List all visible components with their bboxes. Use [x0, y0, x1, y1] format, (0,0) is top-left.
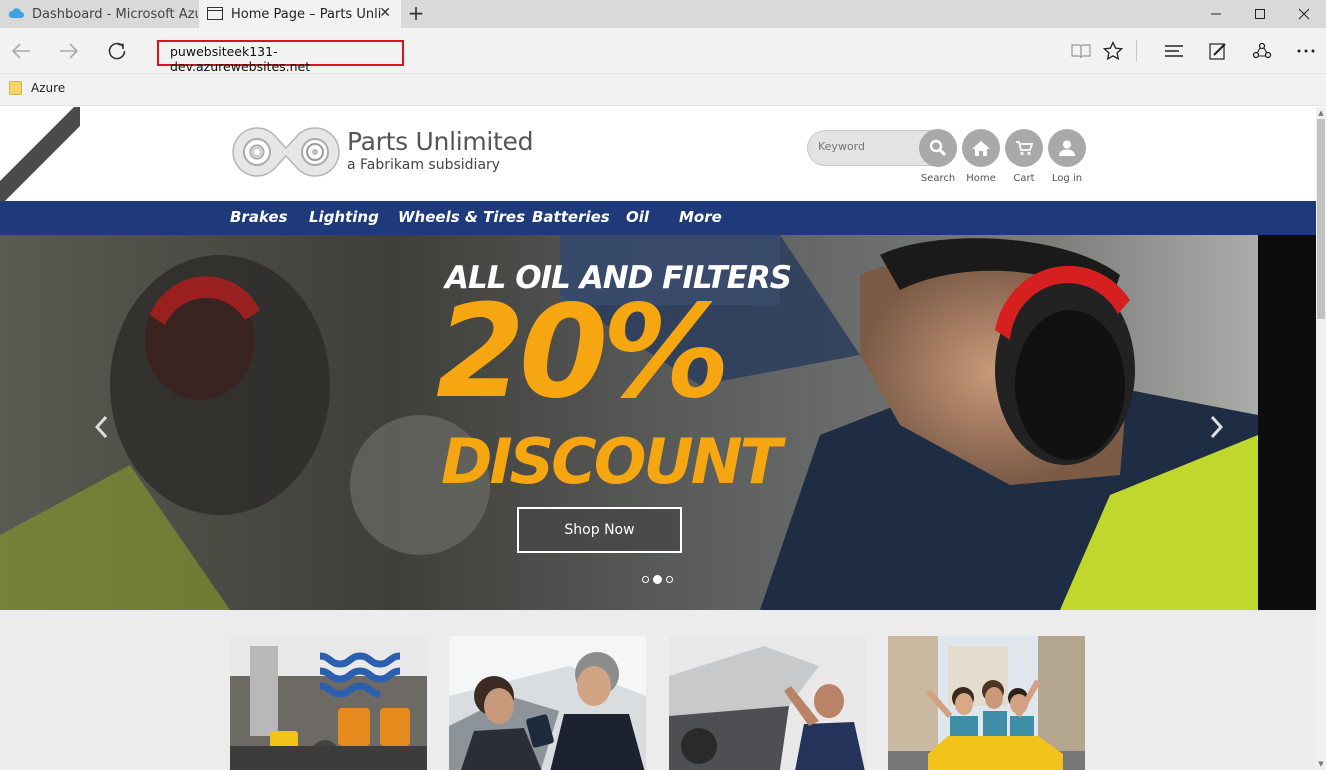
- chevron-left-icon: [94, 415, 108, 439]
- home-icon: [972, 141, 990, 156]
- user-icon: [1059, 140, 1075, 156]
- back-button[interactable]: [6, 36, 36, 66]
- cart-icon: [1016, 141, 1033, 156]
- nav-oil[interactable]: Oil: [626, 208, 649, 226]
- favorite-label: Azure: [31, 81, 66, 95]
- carousel-indicators: [642, 575, 673, 584]
- nav-batteries[interactable]: Batteries: [532, 208, 610, 226]
- new-tab-button[interactable]: +: [404, 2, 428, 26]
- carousel-dot-active[interactable]: [653, 575, 662, 584]
- search-input[interactable]: [818, 140, 918, 153]
- maximize-button[interactable]: [1238, 0, 1282, 28]
- tab-title: Home Page – Parts Unli: [231, 6, 382, 22]
- nav-brakes[interactable]: Brakes: [230, 208, 288, 226]
- carousel-dot[interactable]: [666, 576, 673, 583]
- page-viewport: Fork me on GitHub Parts Unlimited a Fabr…: [0, 107, 1316, 770]
- forward-button[interactable]: [54, 36, 84, 66]
- tab-dashboard[interactable]: Dashboard - Microsoft Azur: [0, 0, 198, 28]
- scroll-down-arrow-icon[interactable]: ▼: [1316, 760, 1326, 768]
- tile-mechanic[interactable]: [669, 636, 866, 770]
- reading-view-icon[interactable]: [1067, 37, 1095, 65]
- home-button[interactable]: [962, 129, 1000, 167]
- nav-lighting[interactable]: Lighting: [309, 208, 379, 226]
- promo-percent: 20%: [436, 278, 730, 427]
- page-scrollbar[interactable]: ▲ ▼: [1316, 107, 1326, 770]
- tab-title: Dashboard - Microsoft Azur: [32, 6, 198, 22]
- nav-wheels-tires[interactable]: Wheels & Tires: [398, 208, 525, 226]
- folder-icon: [9, 81, 22, 95]
- scroll-up-arrow-icon[interactable]: ▲: [1316, 109, 1326, 117]
- minimize-button[interactable]: [1194, 0, 1238, 28]
- close-tab-icon[interactable]: ✕: [379, 5, 391, 21]
- login-label: Log in: [1051, 173, 1083, 184]
- more-options-icon[interactable]: [1292, 37, 1320, 65]
- favorite-azure[interactable]: Azure: [9, 81, 65, 95]
- mechanic-image: [669, 636, 866, 770]
- toolbar-divider: [1136, 40, 1137, 62]
- cart-button[interactable]: [1005, 129, 1043, 167]
- web-note-icon[interactable]: [1204, 37, 1232, 65]
- parts-unlimited-logo[interactable]: [230, 125, 342, 179]
- login-button[interactable]: [1048, 129, 1086, 167]
- nav-more[interactable]: More: [679, 208, 722, 226]
- promo-discount: DISCOUNT: [441, 425, 782, 498]
- car-sales-image: [449, 636, 646, 770]
- chevron-right-icon: [1210, 415, 1224, 439]
- hero-carousel: ALL OIL AND FILTERS 20% DISCOUNT Shop No…: [0, 235, 1316, 610]
- auto-parts-image: [230, 636, 427, 770]
- friends-convertible-image: [888, 636, 1085, 770]
- scroll-thumb[interactable]: [1317, 119, 1325, 319]
- page-icon: [207, 7, 223, 24]
- url-field[interactable]: puwebsiteek131-dev.azurewebsites.net: [157, 40, 404, 74]
- refresh-button[interactable]: [102, 36, 132, 66]
- hub-icon[interactable]: [1160, 37, 1188, 65]
- favorite-star-icon[interactable]: [1099, 37, 1127, 65]
- close-window-button[interactable]: [1282, 0, 1326, 28]
- shop-now-button[interactable]: Shop Now: [517, 507, 682, 553]
- share-icon[interactable]: [1248, 37, 1276, 65]
- address-bar: puwebsiteek131-dev.azurewebsites.net: [0, 28, 1326, 74]
- search-button[interactable]: [919, 129, 957, 167]
- brand-name: Parts Unlimited: [347, 127, 534, 156]
- tile-auto-parts[interactable]: [230, 636, 427, 770]
- category-nav: Brakes Lighting Wheels & Tires Batteries…: [0, 201, 1316, 235]
- azure-cloud-icon: [8, 7, 24, 23]
- favorites-bar: Azure: [0, 74, 1326, 106]
- carousel-next-button[interactable]: [1206, 413, 1226, 441]
- tile-convertible-friends[interactable]: [888, 636, 1085, 770]
- carousel-dot[interactable]: [642, 576, 649, 583]
- carousel-prev-button[interactable]: [92, 413, 112, 441]
- tab-bar: Dashboard - Microsoft Azur Home Page – P…: [0, 0, 1326, 28]
- site-header: Fork me on GitHub Parts Unlimited a Fabr…: [0, 107, 1316, 211]
- brand-tagline: a Fabrikam subsidiary: [347, 157, 501, 173]
- search-icon: [929, 139, 947, 157]
- tile-car-salesperson[interactable]: [449, 636, 646, 770]
- tab-home-page[interactable]: Home Page – Parts Unli ✕: [199, 0, 401, 28]
